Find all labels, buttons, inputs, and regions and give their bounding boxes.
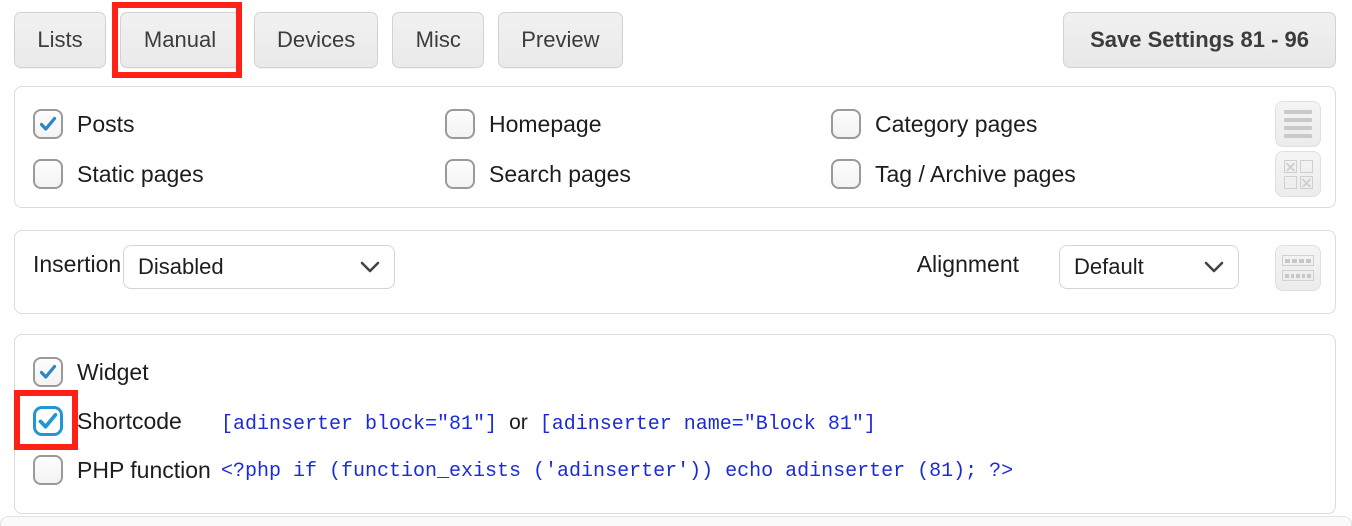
checkbox-php-function-label: PHP function <box>77 456 211 483</box>
checkbox-row-static-pages[interactable]: Static pages <box>33 159 204 189</box>
checkbox-posts[interactable] <box>33 109 63 139</box>
checkbox-tag-archive-pages-label: Tag / Archive pages <box>875 160 1076 187</box>
checkbox-static-pages-label: Static pages <box>77 160 204 187</box>
save-settings-label: Save Settings 81 - 96 <box>1090 27 1309 52</box>
shortcode-snippet: [adinserter block="81"] or [adinserter n… <box>221 411 876 436</box>
bottom-panel-edge <box>0 516 1352 526</box>
checkbox-static-pages[interactable] <box>33 159 63 189</box>
tab-lists-label: Lists <box>37 27 83 52</box>
checkbox-category-pages-label: Category pages <box>875 110 1038 137</box>
checkbox-widget[interactable] <box>33 357 63 387</box>
checkbox-widget-label: Widget <box>77 358 149 385</box>
insertion-select[interactable]: Disabled <box>123 245 395 289</box>
shortcode-snippet-separator: or <box>509 411 528 434</box>
grid-view-button[interactable] <box>1275 151 1321 197</box>
tab-devices-label: Devices <box>277 27 356 52</box>
checkbox-row-search-pages[interactable]: Search pages <box>445 159 631 189</box>
grid-checker-icon <box>1283 159 1313 189</box>
checkbox-homepage[interactable] <box>445 109 475 139</box>
check-icon <box>39 116 57 131</box>
checkbox-row-homepage[interactable]: Homepage <box>445 109 602 139</box>
alignment-table-button[interactable] <box>1275 245 1321 291</box>
list-lines-icon <box>1284 110 1312 138</box>
shortcode-snippet-block: [adinserter block="81"] <box>221 413 498 436</box>
page-types-panel: Posts Static pages Homepage Search pages… <box>14 86 1336 208</box>
tab-misc-label: Misc <box>415 27 461 52</box>
insertion-select-value: Disabled <box>138 254 224 279</box>
checkbox-row-shortcode[interactable]: Shortcode <box>33 406 182 436</box>
checkbox-row-tag-archive-pages[interactable]: Tag / Archive pages <box>831 159 1076 189</box>
checkbox-tag-archive-pages[interactable] <box>831 159 861 189</box>
tab-manual[interactable]: Manual <box>120 12 240 68</box>
tab-preview-label: Preview <box>521 27 600 52</box>
checkbox-homepage-label: Homepage <box>489 110 602 137</box>
save-settings-button[interactable]: Save Settings 81 - 96 <box>1063 12 1336 68</box>
checkbox-shortcode-label: Shortcode <box>77 407 182 434</box>
checkbox-php-function[interactable] <box>33 455 63 485</box>
checkbox-posts-label: Posts <box>77 110 135 137</box>
tab-bar: Lists Manual Devices Misc Preview <box>14 12 623 68</box>
check-icon <box>39 364 57 379</box>
checkbox-search-pages[interactable] <box>445 159 475 189</box>
checkbox-row-widget[interactable]: Widget <box>33 357 149 387</box>
checkbox-shortcode[interactable] <box>33 406 63 436</box>
insertion-methods-panel: Widget Shortcode PHP function [adinserte… <box>14 334 1336 514</box>
checkbox-search-pages-label: Search pages <box>489 160 631 187</box>
adinserter-manual-settings-screen: Lists Manual Devices Misc Preview Save S… <box>0 0 1352 526</box>
alignment-select[interactable]: Default <box>1059 245 1239 289</box>
insertion-panel: Insertion Disabled Alignment Default <box>14 230 1336 314</box>
insertion-label: Insertion <box>33 251 122 277</box>
tab-manual-label: Manual <box>143 27 217 52</box>
tab-preview[interactable]: Preview <box>498 12 623 68</box>
tab-lists[interactable]: Lists <box>14 12 106 68</box>
tab-misc[interactable]: Misc <box>392 12 485 68</box>
checkbox-row-posts[interactable]: Posts <box>33 109 135 139</box>
alignment-label: Alignment <box>916 251 1019 277</box>
chevron-down-icon <box>1204 261 1224 273</box>
alignment-select-value: Default <box>1074 254 1144 279</box>
shortcode-snippet-name: [adinserter name="Block 81"] <box>539 413 876 436</box>
list-view-button[interactable] <box>1275 101 1321 147</box>
checkbox-row-php-function[interactable]: PHP function <box>33 455 211 485</box>
php-function-snippet: <?php if (function_exists ('adinserter')… <box>221 460 1014 483</box>
checkbox-row-category-pages[interactable]: Category pages <box>831 109 1037 139</box>
chevron-down-icon <box>360 261 380 273</box>
check-icon <box>38 412 58 429</box>
tab-devices[interactable]: Devices <box>254 12 379 68</box>
table-keyboard-icon <box>1282 255 1314 281</box>
checkbox-category-pages[interactable] <box>831 109 861 139</box>
